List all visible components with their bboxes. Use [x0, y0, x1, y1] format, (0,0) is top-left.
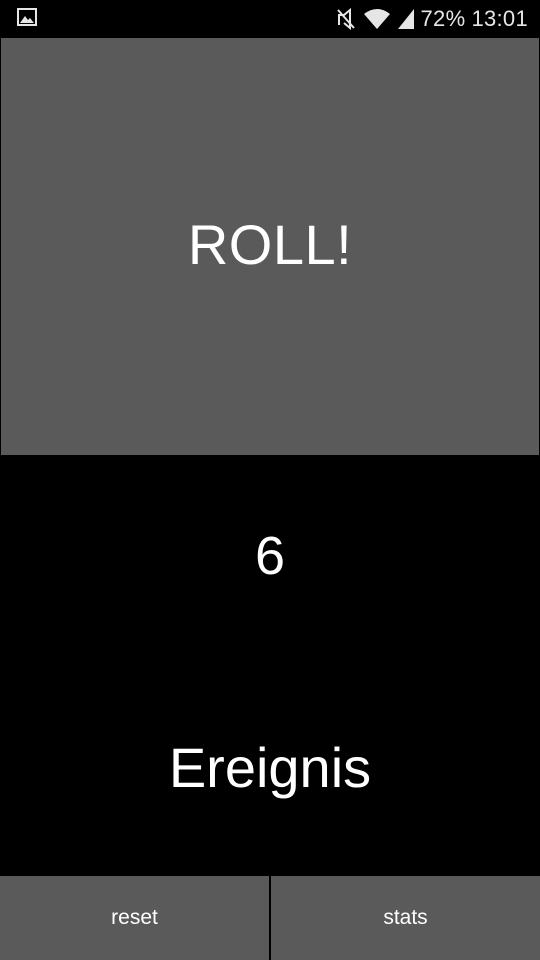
status-bar: 72% 13:01 — [0, 0, 540, 38]
app-screen: 72% 13:01 ROLL! 6 Ereignis reset stats — [0, 0, 540, 960]
stats-button[interactable]: stats — [271, 876, 540, 960]
bottom-bar: reset stats — [0, 876, 540, 960]
status-right: 72% 13:01 — [335, 6, 529, 32]
roll-button-label: ROLL! — [187, 213, 353, 276]
event-label: Ereignis — [168, 736, 372, 799]
reset-button[interactable]: reset — [0, 876, 269, 960]
dice-result-number: 6 — [254, 526, 286, 586]
clock: 13:01 — [471, 6, 528, 31]
battery-level: 72% — [420, 6, 466, 31]
status-left — [17, 7, 37, 31]
image-notification-icon — [17, 7, 37, 31]
signal-icon — [397, 8, 415, 30]
stats-button-label: stats — [383, 906, 428, 929]
reset-button-label: reset — [111, 906, 158, 929]
wifi-icon — [363, 8, 391, 30]
roll-button[interactable]: ROLL! — [1, 38, 539, 455]
vibrate-off-icon — [335, 7, 357, 31]
